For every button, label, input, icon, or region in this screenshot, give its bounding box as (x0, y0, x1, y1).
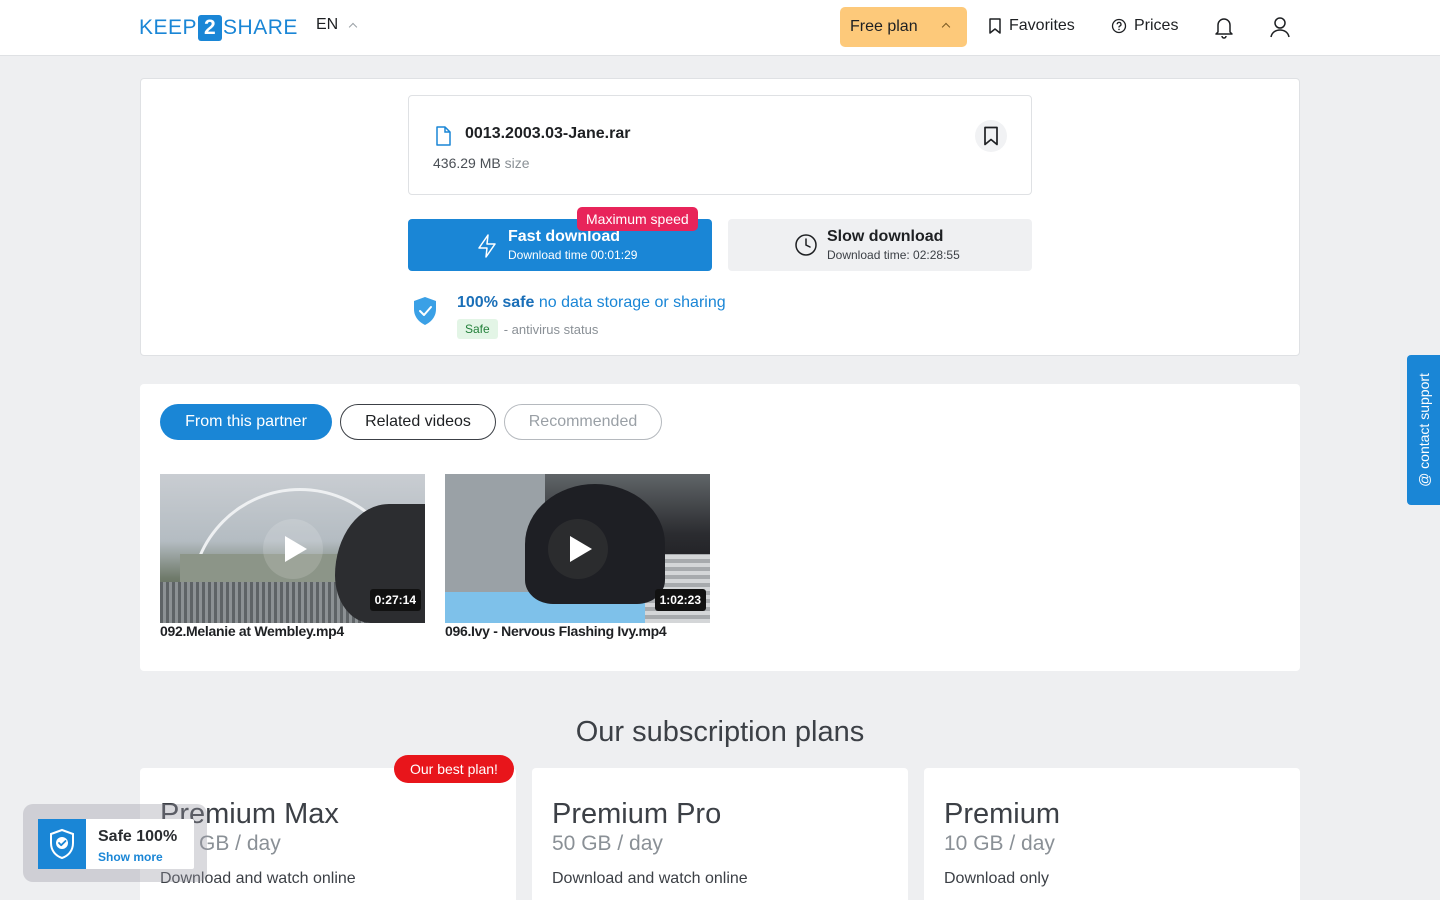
chevron-up-icon (348, 22, 358, 32)
file-size-unit: size (504, 155, 530, 171)
prices-link[interactable]: Prices (1111, 17, 1178, 35)
bell-icon[interactable] (1213, 15, 1235, 39)
top-header: KEEP 2 SHARE EN Free plan Favorites Pric… (0, 0, 1440, 56)
plan-description: Download only (944, 870, 1049, 887)
safe-tag: Safe (457, 319, 498, 339)
chevron-up-icon (941, 22, 951, 32)
free-plan-label: Free plan (850, 18, 918, 35)
contact-support-tab[interactable]: @ contact support (1407, 355, 1440, 505)
video-thumbnail[interactable]: 0:27:14 (160, 474, 425, 623)
clock-icon (795, 234, 817, 256)
file-size: 436.29 MB size (433, 155, 530, 171)
plan-quota: 10 GB / day (944, 832, 1055, 855)
video-title[interactable]: 092.Melanie at Wembley.mp4 (160, 623, 344, 639)
plans-heading: Our subscription plans (575, 716, 865, 748)
file-name: 0013.2003.03-Jane.rar (465, 125, 631, 142)
antivirus-status: Safe - antivirus status (457, 319, 598, 339)
best-plan-badge: Our best plan! (394, 755, 514, 783)
help-circle-icon (1111, 18, 1127, 34)
tab-related-videos[interactable]: Related videos (340, 404, 496, 440)
slow-download-title: Slow download (827, 228, 944, 245)
show-more-link[interactable]: Show more (98, 850, 163, 864)
tab-recommended[interactable]: Recommended (504, 404, 662, 440)
safe-widget-inner: Safe 100% Show more (38, 819, 194, 869)
safety-bold: 100% safe (457, 294, 535, 311)
site-logo[interactable]: KEEP 2 SHARE (139, 15, 298, 41)
language-selector[interactable]: EN (316, 16, 358, 34)
slow-download-time: Download time: 02:28:55 (827, 248, 960, 262)
video-title[interactable]: 096.Ivy - Nervous Flashing Ivy.mp4 (445, 623, 667, 639)
plan-card-premium-pro[interactable]: Premium Pro 50 GB / day Download and wat… (532, 768, 908, 900)
slow-download-button[interactable]: Slow download Download time: 02:28:55 (728, 219, 1032, 271)
safe-widget-shield (38, 819, 86, 869)
bookmark-button[interactable] (975, 120, 1007, 152)
play-icon[interactable] (548, 519, 608, 579)
lightning-icon (478, 234, 496, 258)
file-icon (436, 126, 451, 146)
safety-detail: no data storage or sharing (538, 294, 726, 311)
plan-card-premium[interactable]: Premium 10 GB / day Download only (924, 768, 1300, 900)
file-info-box (408, 95, 1032, 195)
play-icon[interactable] (263, 519, 323, 579)
logo-text-keep: KEEP (139, 16, 198, 39)
free-plan-button[interactable]: Free plan (840, 7, 967, 47)
shield-check-icon (50, 828, 74, 860)
antivirus-status-label: - antivirus status (503, 321, 599, 337)
favorites-link[interactable]: Favorites (988, 17, 1075, 35)
safe-widget-title: Safe 100% (98, 828, 178, 845)
safety-statement: 100% safe no data storage or sharing (457, 294, 726, 312)
language-label: EN (316, 16, 339, 33)
logo-text-share: SHARE (223, 16, 298, 39)
favorites-label: Favorites (1009, 17, 1075, 34)
contact-support-label: @ contact support (1415, 373, 1432, 487)
plan-name: Premium Pro (552, 798, 722, 830)
video-duration: 0:27:14 (369, 589, 421, 611)
file-size-value: 436.29 MB (433, 155, 501, 171)
fast-download-time: Download time 00:01:29 (508, 248, 638, 262)
bookmark-icon (989, 18, 1001, 34)
plan-quota: GB / day (199, 832, 281, 855)
maximum-speed-badge: Maximum speed (577, 207, 698, 231)
user-icon[interactable] (1269, 15, 1291, 39)
video-thumbnail[interactable]: 1:02:23 (445, 474, 710, 623)
plan-quota: 50 GB / day (552, 832, 663, 855)
shield-check-icon (414, 297, 436, 325)
plan-name: Premium (944, 798, 1061, 830)
tab-from-this-partner[interactable]: From this partner (160, 404, 332, 440)
prices-label: Prices (1134, 17, 1179, 34)
video-duration: 1:02:23 (654, 589, 706, 611)
safe-widget[interactable]: Safe 100% Show more (23, 804, 207, 882)
bookmark-icon (984, 126, 998, 146)
logo-text-two: 2 (198, 15, 223, 41)
plan-description: Download and watch online (552, 870, 748, 887)
